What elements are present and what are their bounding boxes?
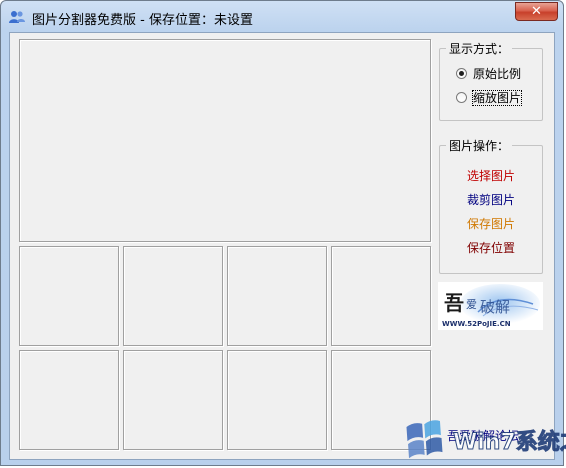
- main-preview[interactable]: [19, 39, 431, 242]
- logo-graphic: 吾 爱 破解 WWW.52PoJIE.CN: [438, 282, 543, 330]
- watermark-text: Win7系统之家: [453, 429, 566, 455]
- thumbnail-4[interactable]: [331, 246, 431, 346]
- svg-text:破解: 破解: [480, 298, 510, 316]
- svg-text:吾: 吾: [444, 291, 464, 315]
- radio-selected-icon[interactable]: [456, 68, 467, 79]
- thumbnail-7[interactable]: [227, 350, 327, 450]
- thumbnail-6[interactable]: [123, 350, 223, 450]
- image-actions-title: 图片操作：: [446, 137, 513, 154]
- thumbnail-3[interactable]: [227, 246, 327, 346]
- 52pojie-logo: 吾 爱 破解 WWW.52PoJIE.CN: [438, 282, 543, 330]
- app-window: 图片分割器免费版 - 保存位置：未设置 ✕ 显示方式： 原始比例 缩放图片 图片…: [0, 0, 566, 466]
- logo-url: WWW.52PoJIE.CN: [442, 320, 511, 328]
- win7-watermark: Win7系统之家: [401, 409, 566, 465]
- radio-original-label: 原始比例: [473, 67, 522, 81]
- radio-original-ratio[interactable]: 原始比例: [456, 65, 521, 83]
- window-title: 图片分割器免费版 - 保存位置：未设置: [32, 13, 253, 28]
- close-button[interactable]: ✕: [515, 2, 558, 21]
- display-mode-title: 显示方式：: [446, 40, 513, 57]
- radio-scale-image[interactable]: 缩放图片: [456, 89, 523, 107]
- select-image-link[interactable]: 选择图片: [440, 167, 542, 184]
- thumbnail-5[interactable]: [19, 350, 119, 450]
- crop-image-link[interactable]: 裁剪图片: [440, 191, 542, 208]
- image-actions-group: 图片操作： 选择图片 裁剪图片 保存图片 保存位置: [439, 137, 543, 274]
- svg-text:爱: 爱: [466, 298, 477, 311]
- save-location-link[interactable]: 保存位置: [440, 239, 542, 256]
- title-bar[interactable]: 图片分割器免费版 - 保存位置：未设置 ✕: [1, 1, 563, 33]
- display-mode-group: 显示方式： 原始比例 缩放图片: [439, 40, 543, 121]
- save-image-link[interactable]: 保存图片: [440, 215, 542, 232]
- thumbnail-1[interactable]: [19, 246, 119, 346]
- thumbnail-2[interactable]: [123, 246, 223, 346]
- radio-scale-label: 缩放图片: [471, 90, 523, 106]
- radio-unselected-icon[interactable]: [456, 92, 467, 103]
- users-icon: [9, 11, 25, 23]
- win7-logo-icon: Win7系统之家: [406, 420, 566, 459]
- client-area: 显示方式： 原始比例 缩放图片 图片操作： 选择图片 裁剪图片 保存图片 保存位…: [9, 32, 555, 460]
